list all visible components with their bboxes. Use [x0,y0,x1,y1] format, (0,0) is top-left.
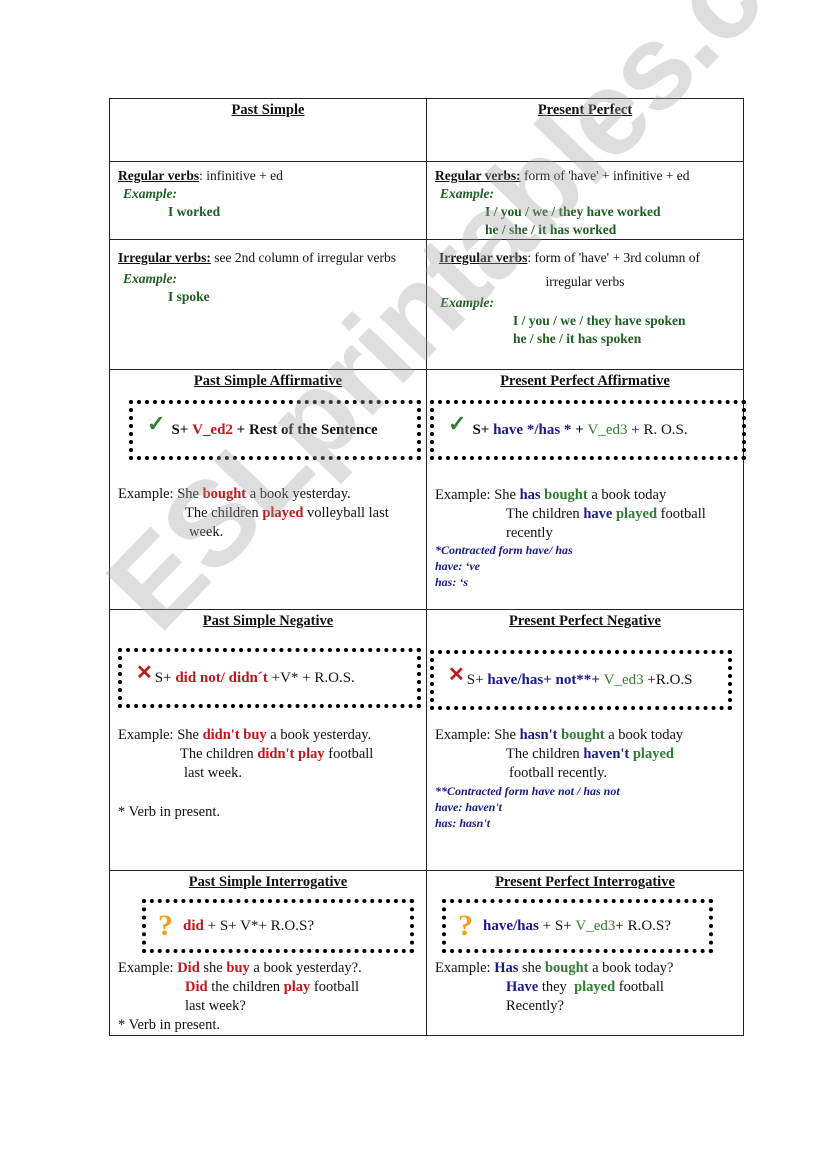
negative-pp-title: Present Perfect Negative [509,613,661,629]
example-line: Recently? [506,998,564,1014]
affirmative-past-cell: Past Simple Affirmative ✓ S+ V_ed2 + Res… [109,369,427,610]
interrogative-present-perfect-cell: Present Perfect Interrogative ? have/has… [426,870,744,1036]
question-mark-icon: ? [458,909,473,942]
regular-pp-example-label: Example: [440,186,494,201]
negative-past-cell: Past Simple Negative ✕ S+ did not/ didn´… [109,609,427,871]
negative-pp-examples: Example: She hasn't bought a book today … [435,726,741,783]
affirmative-past-title: Past Simple Affirmative [193,373,343,389]
regular-present-perfect-cell: Regular verbs: form of 'have' + infiniti… [426,161,744,240]
contraction-note: **Contracted form have not / has not [435,784,620,798]
interrogative-pp-formula: ? have/has + S+ V_ed3 + R.O.S? [442,899,713,953]
interrogative-past-cell: Past Simple Interrogative ? did + S+ V*+… [109,870,427,1036]
affirmative-pp-notes: *Contracted form have/ has have: ‘ve has… [435,542,573,590]
regular-pp-example-1: I / you / we / they have worked [485,204,661,219]
grammar-table: Past Simple Present Perfect Regular verb… [109,98,746,1036]
cross-icon: ✕ [136,662,153,684]
interrogative-past-formula: ? did + S+ V*+ R.O.S? [142,899,414,953]
verb-note: * Verb in present. [118,1017,221,1033]
irregular-past-cell: Irregular verbs: see 2nd column of irreg… [109,239,427,370]
example-line: Example: She has bought a book today [435,487,667,503]
affirmative-pp-formula: ✓ S+ have */has * + V_ed3 + R. O.S. [430,400,746,460]
regular-pp-rule: Regular verbs: form of 'have' + infiniti… [435,168,690,183]
negative-past-title: Past Simple Negative [202,613,334,629]
negative-past-examples: Example: She didn't buy a book yesterday… [118,726,424,822]
irregular-past-example-label: Example: [123,271,177,286]
example-line: last week. [184,765,242,781]
affirmative-past-examples: Example: She bought a book yesterday. Th… [118,485,424,542]
regular-past-cell: Regular verbs: infinitive + ed Example: … [109,161,427,240]
example-line: Example: She bought a book yesterday. [118,486,351,502]
affirmative-pp-title: Present Perfect Affirmative [500,373,670,389]
header-present-perfect-cell: Present Perfect [426,98,744,162]
interrogative-pp-examples: Example: Has she bought a book today? Ha… [435,959,741,1016]
example-line: last week? [185,998,246,1014]
irregular-past-rule: Irregular verbs: see 2nd column of irreg… [118,250,397,265]
irregular-past-example: I spoke [168,289,210,304]
example-line: The children haven't played [506,746,674,762]
interrogative-pp-title: Present Perfect Interrogative [495,874,675,890]
example-line: Did the children play football [185,979,360,995]
contraction-note: has: ‘s [435,575,469,589]
example-line: The children played volleyball last [185,505,389,521]
example-line: week. [189,524,224,540]
irregular-pp-rule-2: irregular verbs [545,274,625,289]
header-past-simple: Past Simple [231,102,305,118]
example-line: recently [506,525,553,541]
irregular-pp-example-1: I / you / we / they have spoken [513,313,686,328]
contraction-note: have: ‘ve [435,559,480,573]
check-icon: ✓ [448,411,467,436]
irregular-present-perfect-cell: Irregular verbs: form of 'have' + 3rd co… [426,239,744,370]
irregular-pp-rule: Irregular verbs: form of 'have' + 3rd co… [439,250,700,265]
verb-note: * Verb in present. [118,804,221,820]
irregular-pp-example-2: he / she / it has spoken [513,331,642,346]
irregular-pp-example-label: Example: [440,295,494,310]
contraction-note: have: haven't [435,800,502,814]
header-present-perfect: Present Perfect [537,102,633,118]
header-past-simple-cell: Past Simple [109,98,427,162]
example-line: Example: She hasn't bought a book today [435,727,684,743]
example-line: Example: Has she bought a book today? [435,960,674,976]
cross-icon: ✕ [448,664,465,686]
regular-pp-example-2: he / she / it has worked [485,222,617,237]
interrogative-past-examples: Example: Did she buy a book yesterday?. … [118,959,424,1035]
worksheet-page: Past Simple Present Perfect Regular verb… [0,0,821,1169]
negative-past-formula: ✕ S+ did not/ didn´t +V* + R.O.S. [118,648,421,708]
regular-past-rule: Regular verbs: infinitive + ed [118,168,283,183]
example-line: The children didn't play football [180,746,374,762]
affirmative-past-formula: ✓ S+ V_ed2 + Rest of the Sentence [129,400,421,460]
regular-past-example: I worked [168,204,221,219]
contraction-note: has: hasn't [435,816,491,830]
check-icon: ✓ [147,411,166,436]
interrogative-past-title: Past Simple Interrogative [188,874,348,890]
example-line: Example: Did she buy a book yesterday?. [118,960,362,976]
affirmative-present-perfect-cell: Present Perfect Affirmative ✓ S+ have */… [426,369,746,610]
negative-pp-formula: ✕ S+ have/has+ not** + V_ed3 +R.O.S [430,650,732,710]
regular-past-example-label: Example: [123,186,177,201]
example-line: Example: She didn't buy a book yesterday… [118,727,372,743]
example-line: Have they played football [506,979,664,995]
contraction-note: *Contracted form have/ has [435,543,573,557]
negative-present-perfect-cell: Present Perfect Negative ✕ S+ have/has+ … [426,609,744,871]
example-line: The children have played football [506,506,706,522]
negative-pp-notes: **Contracted form have not / has not hav… [435,783,620,831]
question-mark-icon: ? [158,909,173,942]
affirmative-pp-examples: Example: She has bought a book today The… [435,486,741,543]
example-line: football recently. [509,765,608,781]
